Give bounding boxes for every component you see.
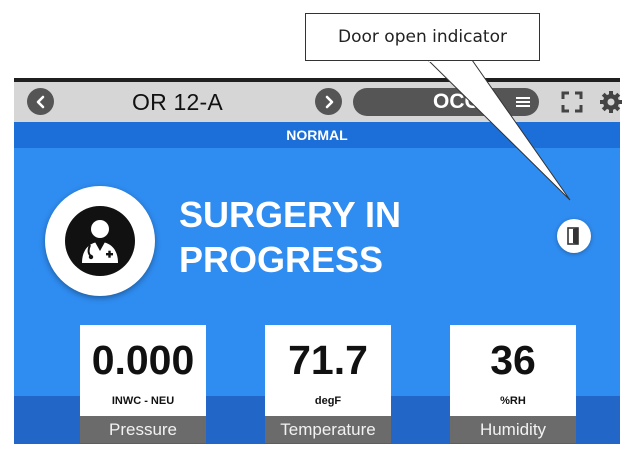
callout-text: Door open indicator: [338, 27, 507, 47]
callout-box: Door open indicator: [305, 13, 540, 61]
callout-pointer: [426, 58, 571, 201]
